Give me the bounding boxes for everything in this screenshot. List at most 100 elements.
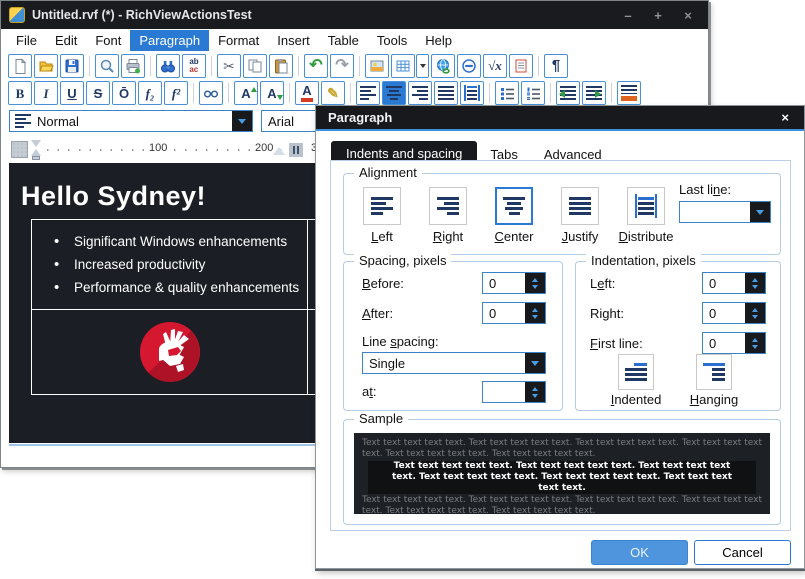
copy-button[interactable] [243,54,267,78]
hidden-text-button[interactable] [199,81,223,105]
menu-edit[interactable]: Edit [46,30,86,51]
print-button[interactable] [121,54,145,78]
increase-indent-button[interactable] [582,81,606,105]
menu-paragraph[interactable]: Paragraph [130,30,209,51]
minimize-button[interactable]: – [616,5,640,25]
at-spinner[interactable] [482,381,546,403]
indented-button[interactable] [618,354,654,390]
bullets-button[interactable] [495,81,519,105]
spin-buttons[interactable] [745,273,765,293]
align-distribute-option[interactable] [627,187,665,225]
strikethrough-button[interactable]: S [86,81,110,105]
paste-button[interactable] [269,54,293,78]
insert-table-dropdown-button[interactable] [416,54,429,78]
style-combo-dropdown-button[interactable] [232,111,252,131]
insert-picture-button[interactable] [365,54,389,78]
replace-icon: abac [189,58,198,74]
numbering-button[interactable] [521,81,545,105]
redo-button[interactable]: ↷ [330,54,354,78]
toolbar-separator [211,56,212,76]
menu-insert[interactable]: Insert [268,30,319,51]
hanging-button[interactable] [696,354,732,390]
shrink-font-button[interactable]: A [260,81,284,105]
font-color-button[interactable]: A [295,81,319,105]
maximize-button[interactable]: + [646,5,670,25]
spin-buttons[interactable] [745,303,765,323]
overline-button[interactable]: Ō [112,81,136,105]
align-right-button[interactable] [408,81,432,105]
ok-button[interactable]: OK [591,540,688,565]
toolbar-separator [359,56,360,76]
paragraph-style-combo[interactable]: Normal [9,110,253,132]
title-bar[interactable]: Untitled.rvf (*) - RichViewActionsTest –… [1,1,708,29]
print-preview-button[interactable] [95,54,119,78]
dialog-title-bar[interactable]: Paragraph × [316,106,804,131]
replace-button[interactable]: abac [182,54,206,78]
menu-format[interactable]: Format [209,30,268,51]
subscript-button[interactable]: f₂ [138,81,162,105]
spacing-legend: Spacing, pixels [354,253,451,268]
window-title: Untitled.rvf (*) - RichViewActionsTest [32,8,252,22]
highlight-button[interactable]: ✎ [321,81,345,105]
underline-button[interactable]: U [60,81,84,105]
new-button[interactable] [8,54,32,78]
align-left-button[interactable] [356,81,380,105]
save-button[interactable] [60,54,84,78]
tab-selector-button[interactable] [11,141,28,158]
hyperlink-button[interactable] [431,54,455,78]
decrease-indent-button[interactable] [556,81,580,105]
align-center-button[interactable] [382,81,406,105]
italic-button[interactable]: I [34,81,58,105]
undo-button[interactable]: ↶ [304,54,328,78]
last-line-dropdown-button[interactable] [750,202,770,222]
hanging-indent-marker[interactable] [31,149,41,156]
paragraph-background-button[interactable] [617,81,641,105]
bold-button[interactable]: B [8,81,32,105]
before-spinner[interactable]: 0 [482,272,546,294]
spin-buttons[interactable] [525,382,545,402]
menu-help[interactable]: Help [416,30,461,51]
show-paragraph-marks-button[interactable]: ¶ [544,54,568,78]
indented-label: Indented [594,392,678,407]
pilcrow-icon: ¶ [552,58,560,73]
line-spacing-dropdown-button[interactable] [525,353,545,373]
insert-table-button[interactable] [391,54,415,78]
open-button[interactable] [34,54,58,78]
after-spinner[interactable]: 0 [482,302,546,324]
indent-right-spinner[interactable]: 0 [702,302,766,324]
menu-font[interactable]: Font [86,30,130,51]
spin-buttons[interactable] [525,273,545,293]
superscript-button[interactable]: f² [164,81,188,105]
left-indent-marker[interactable] [32,156,40,160]
menu-table[interactable]: Table [319,30,368,51]
indent-left-spinner[interactable]: 0 [702,272,766,294]
close-button[interactable]: × [676,5,700,25]
grow-font-button[interactable]: A [234,81,258,105]
align-justify-option[interactable] [561,187,599,225]
align-left-option[interactable] [363,187,401,225]
find-button[interactable] [156,54,180,78]
right-indent-marker[interactable] [273,147,285,155]
align-center-option[interactable] [495,187,533,225]
cut-button[interactable]: ✂ [217,54,241,78]
line-spacing-combo[interactable]: Single [362,352,546,374]
spin-buttons[interactable] [525,303,545,323]
toolbar-separator [150,56,151,76]
align-right-icon [412,85,428,101]
open-folder-icon [38,58,54,74]
spin-buttons[interactable] [745,333,765,353]
cancel-button[interactable]: Cancel [694,540,791,565]
font-color-icon: A [301,84,313,102]
justify-button[interactable] [434,81,458,105]
align-right-option[interactable] [429,187,467,225]
insert-equation-button[interactable]: √x [483,54,507,78]
insert-document-button[interactable] [509,54,533,78]
last-line-combo[interactable] [679,201,771,223]
first-line-spinner[interactable]: 0 [702,332,766,354]
menu-file[interactable]: File [7,30,46,51]
insert-horizontal-line-button[interactable] [457,54,481,78]
first-line-indent-marker[interactable] [31,140,41,147]
menu-tools[interactable]: Tools [368,30,416,51]
dialog-close-button[interactable]: × [778,110,792,125]
distribute-button[interactable] [460,81,484,105]
